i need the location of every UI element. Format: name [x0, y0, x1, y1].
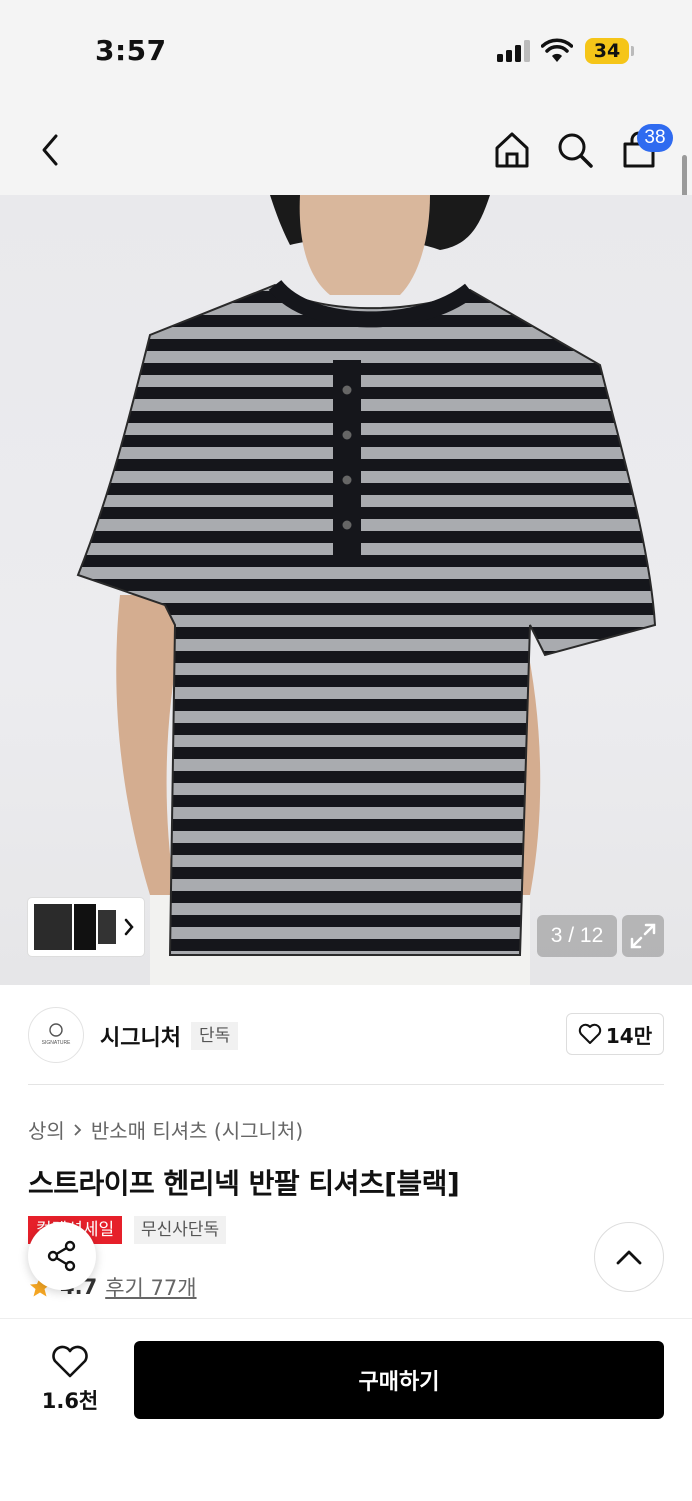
product-image[interactable]	[0, 195, 692, 985]
share-button[interactable]	[28, 1222, 96, 1290]
wifi-icon	[541, 38, 573, 62]
breadcrumb: 상의 반소매 티셔츠 (시그니처)	[28, 1115, 303, 1144]
cart-count-badge: 38	[637, 124, 673, 152]
home-icon	[495, 132, 529, 168]
divider	[28, 1084, 664, 1085]
battery-indicator: 34	[585, 38, 629, 64]
image-counter: 3 / 12	[537, 915, 617, 957]
heart-icon	[52, 1345, 88, 1378]
search-button[interactable]	[553, 128, 597, 172]
battery-tip	[631, 46, 634, 56]
wishlist-count: 1.6천	[41, 1389, 99, 1413]
chevron-right-icon	[74, 1123, 82, 1136]
wishlist-button[interactable]: 1.6천	[28, 1340, 112, 1420]
chevron-up-icon	[616, 1250, 642, 1265]
exclusive-badge: 무신사단독	[134, 1216, 227, 1244]
back-button[interactable]	[28, 128, 72, 172]
product-title: 스트라이프 헨리넥 반팔 티셔츠[블랙]	[28, 1167, 460, 1200]
home-button[interactable]	[490, 128, 534, 172]
brand-name[interactable]: 시그니처	[100, 1020, 181, 1052]
expand-icon	[630, 923, 656, 949]
chevron-left-icon	[42, 134, 58, 166]
cellular-signal-icon	[497, 40, 531, 62]
scroll-top-button[interactable]	[594, 1222, 664, 1292]
brand-logo[interactable]: SIGNATURE	[28, 1007, 84, 1063]
product-photo-shirt	[76, 195, 657, 985]
status-time: 3:57	[95, 34, 167, 67]
brand-logo-text: SIGNATURE	[42, 1040, 71, 1046]
brand-row: SIGNATURE 시그니처 단독 14만	[28, 1005, 664, 1065]
thumbnail-images	[34, 904, 134, 950]
breadcrumb-category[interactable]: 상의	[28, 1115, 65, 1144]
expand-button[interactable]	[622, 915, 664, 957]
reviews-link[interactable]: 후기 77개	[105, 1272, 196, 1302]
status-bar: 3:57 34	[0, 0, 692, 100]
share-icon	[47, 1240, 76, 1272]
brand-like-count: 14만	[605, 1023, 653, 1048]
brand-like-button[interactable]: 14만	[566, 1013, 664, 1055]
brand-logo-mark: SIGNATURE	[42, 1023, 71, 1046]
heart-icon	[578, 1023, 602, 1044]
search-icon	[558, 133, 593, 168]
breadcrumb-subcategory[interactable]: 반소매 티셔츠 (시그니처)	[91, 1115, 303, 1144]
color-thumbnails[interactable]	[28, 898, 144, 956]
top-nav-bar	[0, 100, 692, 195]
brand-exclusive-tag: 단독	[191, 1022, 239, 1050]
buy-button[interactable]: 구매하기	[134, 1341, 664, 1419]
